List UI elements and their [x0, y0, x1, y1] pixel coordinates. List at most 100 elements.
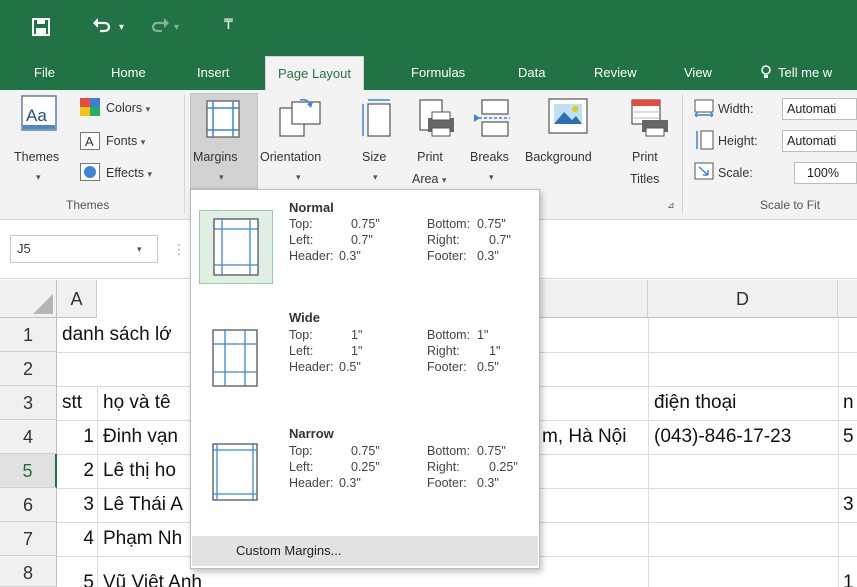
print-titles-label-2[interactable]: Titles	[630, 172, 659, 186]
cell-e8[interactable]: 1	[843, 572, 857, 587]
column-header-e[interactable]	[838, 280, 857, 318]
scale-spinner[interactable]: 100%	[794, 162, 857, 184]
scale-label: Scale:	[718, 166, 753, 180]
size-caret-icon[interactable]: ▾	[373, 172, 378, 183]
tell-me-icon[interactable]	[760, 56, 772, 90]
select-all-button[interactable]	[0, 280, 57, 318]
cell-d3[interactable]: điện thoại	[654, 392, 834, 414]
column-header-d[interactable]: D	[648, 280, 838, 318]
height-icon	[694, 130, 714, 155]
size-label[interactable]: Size	[362, 150, 386, 164]
row-header-7[interactable]: 7	[0, 522, 57, 556]
option-right: Right: 0.25"	[427, 460, 518, 474]
margins-label[interactable]: Margins	[193, 150, 237, 164]
row-header-4[interactable]: 4	[0, 420, 57, 454]
height-select[interactable]: Automati	[782, 130, 857, 152]
size-icon[interactable]	[360, 98, 392, 143]
breaks-caret-icon[interactable]: ▾	[489, 172, 494, 183]
cell-a3[interactable]: stt	[62, 392, 98, 414]
normal-margins-icon	[199, 210, 273, 284]
cell-a7[interactable]: 4	[62, 528, 94, 550]
page-setup-launcher-icon[interactable]: ⊿	[667, 200, 675, 211]
print-titles-icon[interactable]	[630, 98, 670, 143]
fonts-icon[interactable]: A	[80, 132, 100, 155]
column-header-a[interactable]: A	[57, 280, 97, 318]
cell-d4[interactable]: (043)-846-17-23	[654, 426, 836, 448]
effects-label[interactable]: Effects ▾	[106, 166, 152, 180]
row-header-5[interactable]: 5	[0, 454, 57, 488]
fonts-label[interactable]: Fonts ▾	[106, 134, 145, 148]
undo-dropdown-icon[interactable]: ▾	[119, 18, 124, 38]
cell-e3[interactable]: n	[843, 392, 857, 414]
scale-to-fit-group-label: Scale to Fit	[760, 198, 821, 212]
margin-option-normal[interactable]: Normal Top: 0.75" Bottom: 0.75" Left: 0.7" …	[191, 194, 539, 304]
print-area-icon[interactable]	[416, 98, 456, 143]
title-bar: ▾ ▾ ₸	[0, 0, 857, 56]
custom-margins-menu-item[interactable]: Custom Margins...	[192, 536, 538, 566]
effects-icon[interactable]	[80, 163, 100, 186]
cell-b5[interactable]: Lê thị ho	[103, 460, 191, 482]
cell-a1[interactable]: danh sách lớ	[62, 324, 190, 346]
cell-e6[interactable]: 3	[843, 494, 857, 516]
name-box[interactable]: J5 ▾	[10, 235, 158, 263]
row-header-3[interactable]: 3	[0, 386, 57, 420]
tab-data[interactable]: Data	[518, 56, 545, 90]
print-area-label[interactable]: Print	[416, 150, 444, 164]
themes-caret-icon[interactable]: ▾	[36, 172, 41, 183]
tab-view[interactable]: View	[684, 56, 712, 90]
tab-formulas[interactable]: Formulas	[411, 56, 465, 90]
margins-caret-icon[interactable]: ▾	[219, 172, 224, 183]
gridline	[648, 318, 649, 587]
orientation-label[interactable]: Orientation	[260, 150, 321, 164]
option-left: Left: 0.7"	[289, 233, 373, 247]
tab-review[interactable]: Review	[594, 56, 637, 90]
themes-icon[interactable]: Aa	[21, 95, 57, 136]
column-header-c[interactable]	[540, 280, 648, 318]
undo-icon[interactable]	[92, 16, 112, 42]
breaks-label[interactable]: Breaks	[470, 150, 509, 164]
cell-e4[interactable]: 5	[843, 426, 857, 448]
cell-b4[interactable]: Đinh vạn	[103, 426, 191, 448]
scale-icon	[694, 162, 714, 185]
themes-button-label[interactable]: Themes	[14, 150, 59, 164]
cell-b6[interactable]: Lê Thái A	[103, 494, 191, 516]
colors-label[interactable]: Colors ▾	[106, 101, 150, 115]
tab-home[interactable]: Home	[111, 56, 146, 90]
background-label[interactable]: Background	[525, 150, 592, 164]
background-icon[interactable]	[548, 98, 588, 139]
row-header-1[interactable]: 1	[0, 318, 57, 352]
print-titles-label[interactable]: Print	[632, 150, 658, 164]
orientation-icon[interactable]	[278, 98, 322, 143]
option-top: Top: 0.75"	[289, 217, 380, 231]
customize-qat-icon[interactable]: ₸	[224, 14, 233, 34]
margin-option-wide[interactable]: Wide Top: 1" Bottom: 1" Left: 1" Right: 1" H…	[191, 306, 539, 416]
redo-dropdown-icon: ▾	[174, 22, 180, 33]
row-header-2[interactable]: 2	[0, 352, 57, 386]
margin-option-narrow[interactable]: Narrow Top: 0.75" Bottom: 0.75" Left: 0.25"…	[191, 420, 539, 530]
wide-margins-icon	[199, 322, 273, 396]
tell-me-search[interactable]: Tell me w	[778, 56, 832, 90]
print-area-label-2[interactable]: Area ▾	[412, 172, 446, 186]
width-select[interactable]: Automati	[782, 98, 857, 120]
narrow-margins-icon	[199, 436, 273, 510]
cell-b7[interactable]: Phạm Nh	[103, 528, 191, 550]
formula-bar-splitter-icon[interactable]: ⋮	[172, 241, 186, 258]
themes-group-label: Themes	[66, 198, 110, 212]
margins-icon[interactable]	[206, 100, 240, 143]
cell-a4[interactable]: 1	[62, 426, 94, 448]
tab-insert[interactable]: Insert	[197, 56, 230, 90]
cell-a5[interactable]: 2	[62, 460, 94, 482]
orientation-caret-icon[interactable]: ▾	[296, 172, 301, 183]
cell-b8[interactable]: Vũ Việt Anh	[103, 572, 253, 587]
cell-c4[interactable]: m, Hà Nội	[542, 426, 648, 448]
tab-file[interactable]: File	[34, 56, 55, 90]
save-icon[interactable]	[32, 18, 50, 42]
cell-a6[interactable]: 3	[62, 494, 94, 516]
tab-page-layout[interactable]: Page Layout	[265, 56, 365, 92]
cell-b3[interactable]: họ và tê	[103, 392, 191, 414]
row-header-8[interactable]: 8	[0, 556, 57, 587]
cell-a8[interactable]: 5	[62, 572, 94, 587]
breaks-icon[interactable]	[472, 98, 512, 143]
row-header-6[interactable]: 6	[0, 488, 57, 522]
colors-icon[interactable]	[80, 98, 100, 121]
